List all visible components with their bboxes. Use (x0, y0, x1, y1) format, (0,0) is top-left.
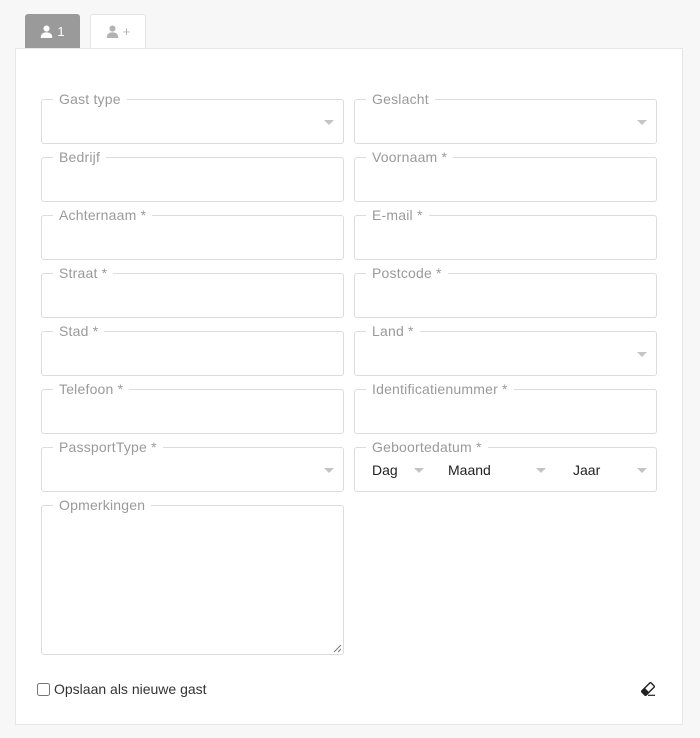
chevron-down-icon (414, 468, 424, 473)
last-name-field: Achternaam * (41, 207, 344, 260)
phone-field: Telefoon * (41, 381, 344, 434)
country-select[interactable]: Land * (354, 323, 657, 376)
birth-month-value: Maand (448, 461, 491, 478)
first-name-field: Voornaam * (354, 149, 657, 202)
save-new-guest-checkbox[interactable] (37, 682, 50, 696)
city-input[interactable] (42, 332, 343, 375)
save-new-guest-label: Opslaan als nieuwe gast (54, 681, 207, 697)
company-field: Bedrijf (41, 149, 344, 202)
birth-year-select[interactable]: Jaar (573, 448, 647, 491)
passport-type-select[interactable]: PassportType * (41, 439, 344, 492)
chevron-down-icon (324, 120, 334, 125)
country-value (355, 332, 656, 375)
city-field: Stad * (41, 323, 344, 376)
tab-label: 1 (57, 23, 65, 39)
remarks-field: Opmerkingen (41, 497, 344, 655)
email-input[interactable] (355, 216, 656, 259)
chevron-down-icon (324, 468, 334, 473)
tab-add-guest[interactable]: + (90, 14, 146, 48)
id-number-field: Identificatienummer * (354, 381, 657, 434)
chevron-down-icon (637, 120, 647, 125)
street-field: Straat * (41, 265, 344, 318)
company-input[interactable] (42, 158, 343, 201)
user-icon (41, 24, 53, 38)
last-name-input[interactable] (42, 216, 343, 259)
birth-year-value: Jaar (573, 461, 601, 478)
phone-input[interactable] (42, 390, 343, 433)
first-name-input[interactable] (355, 158, 656, 201)
chevron-down-icon (536, 468, 546, 473)
email-field: E-mail * (354, 207, 657, 260)
user-add-icon (106, 25, 118, 38)
gender-value (355, 100, 656, 143)
birthdate-field: Geboortedatum * Dag Maand Jaar (354, 439, 657, 492)
passport-type-value (42, 448, 343, 491)
id-number-input[interactable] (355, 390, 656, 433)
gender-select[interactable]: Geslacht (354, 91, 657, 144)
street-input[interactable] (42, 274, 343, 317)
birth-month-select[interactable]: Maand (448, 448, 546, 491)
save-new-guest-option[interactable]: Opslaan als nieuwe gast (37, 681, 207, 697)
postcode-input[interactable] (355, 274, 656, 317)
chevron-down-icon (637, 468, 647, 473)
resize-handle-icon[interactable] (333, 644, 342, 653)
tab-guest-1[interactable]: 1 (25, 14, 80, 48)
birth-day-value: Dag (372, 461, 398, 478)
guest-type-value (42, 100, 343, 143)
postcode-field: Postcode * (354, 265, 657, 318)
eraser-icon[interactable] (640, 682, 656, 696)
tab-label: + (122, 24, 131, 39)
remarks-textarea[interactable] (42, 506, 343, 654)
birth-day-select[interactable]: Dag (372, 448, 424, 491)
chevron-down-icon (637, 352, 647, 357)
guest-type-select[interactable]: Gast type (41, 91, 344, 144)
